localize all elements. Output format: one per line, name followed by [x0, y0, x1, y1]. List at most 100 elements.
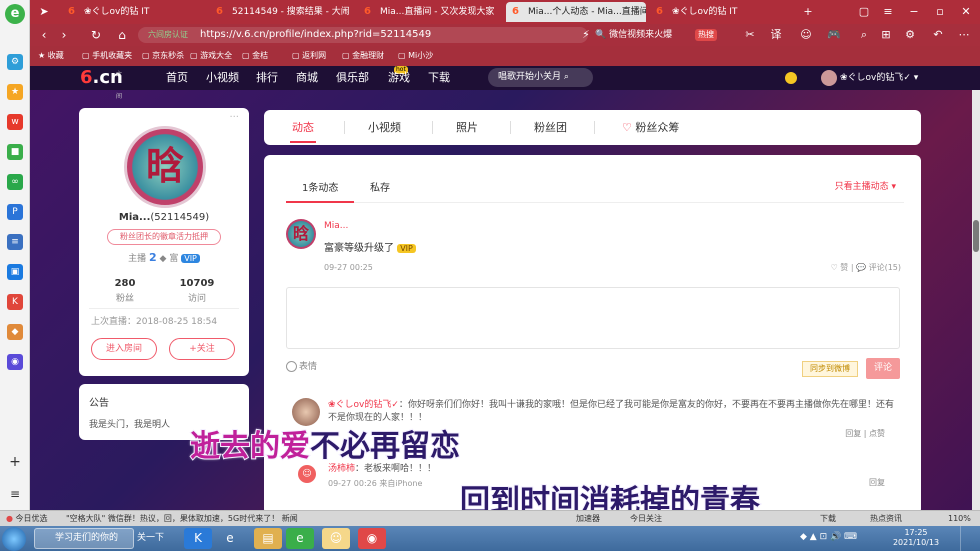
browser-nav-icon[interactable]: ➤	[36, 4, 52, 20]
zoom-level[interactable]: 110%	[948, 511, 971, 526]
tab-3[interactable]: 6 Mia...直播间 - 又次发现大家	[358, 2, 503, 22]
wechat-icon[interactable]: ■	[7, 144, 23, 160]
translate-icon[interactable]: 译	[768, 27, 784, 43]
nav-ranking[interactable]: 排行	[256, 70, 278, 86]
game-icon[interactable]: ◆	[7, 324, 23, 340]
chrome-icon[interactable]: ◉	[358, 528, 386, 549]
lightning-icon[interactable]: ⚡	[578, 27, 594, 43]
menu-icon[interactable]: ≡	[880, 4, 896, 20]
more-icon[interactable]: ···	[229, 112, 239, 123]
back-icon[interactable]: ‹	[36, 27, 52, 43]
start-button[interactable]	[2, 527, 26, 551]
link-icon[interactable]: ∞	[7, 174, 23, 190]
vertical-scrollbar[interactable]	[972, 90, 980, 510]
avatar[interactable]	[821, 69, 837, 86]
home-icon[interactable]: ⌂	[114, 27, 130, 43]
status-item-4[interactable]: 热点资讯	[870, 511, 902, 526]
status-left[interactable]: ● 今日优选	[6, 511, 48, 526]
filter-dropdown[interactable]: 只看主播动态 ▾	[835, 179, 896, 192]
emoji-icon[interactable]: ☺	[798, 27, 814, 43]
tab-2[interactable]: 6 52114549 - 搜索结果 - 大闹	[210, 2, 355, 22]
bookmark-games[interactable]: ▢ 游戏大全	[190, 49, 232, 63]
comment-avatar[interactable]	[292, 398, 320, 426]
add-icon[interactable]: +	[7, 454, 23, 470]
subtab-private[interactable]: 私存	[370, 179, 390, 194]
tab-short-video[interactable]: 小视频	[368, 120, 401, 136]
nav-short-video[interactable]: 小视频	[206, 70, 239, 86]
tab-photos[interactable]: 照片	[456, 120, 478, 136]
game-icon[interactable]: 🎮	[826, 27, 842, 43]
emoji-button[interactable]: 表情	[286, 359, 317, 372]
ie-icon[interactable]: e	[216, 528, 244, 549]
close-icon[interactable]: ✕	[958, 4, 974, 20]
url-input[interactable]: 六间房认证 https://v.6.cn/profile/index.php?r…	[138, 27, 588, 43]
post-username[interactable]: Mia...	[324, 221, 348, 231]
status-item-2[interactable]: 今日关注	[630, 511, 662, 526]
system-tray[interactable]: ◆ ▲ ⊡ 🔊 ⌨	[800, 532, 857, 542]
browser-icon[interactable]: e	[286, 528, 314, 549]
more-icon[interactable]: ⋯	[956, 27, 972, 43]
bookmark-favorites[interactable]: ★ 收藏	[38, 49, 64, 63]
tools-icon[interactable]: ⚙	[902, 27, 918, 43]
scrollbar-thumb[interactable]	[973, 220, 979, 252]
menu-icon[interactable]: ≡	[7, 486, 23, 502]
follow-button[interactable]: +关注	[169, 338, 235, 360]
user-menu[interactable]: ❀ぐしov的钻飞✓ ▾	[785, 69, 918, 87]
tab-4-active[interactable]: 6 Mia...个人动态 - Mia...直播间	[506, 2, 646, 22]
app-icon-7[interactable]: ≡	[7, 234, 23, 250]
maximize-icon[interactable]: ▫	[932, 4, 948, 20]
nav-mall[interactable]: 商城	[296, 70, 318, 86]
coin-icon[interactable]	[785, 71, 797, 84]
grid-icon[interactable]: ⊞	[878, 27, 894, 43]
undo-icon[interactable]: ↶	[930, 27, 946, 43]
taskbar-window-1[interactable]: 学习走们的你的	[34, 528, 134, 549]
browser-search-input[interactable]: 🔍 微信视频来火爆 热搜	[595, 27, 735, 43]
clock[interactable]: 17:25 2021/10/13	[888, 528, 944, 548]
nav-games[interactable]: 游戏	[388, 70, 410, 86]
bookmark-mi[interactable]: ▢ Mi小沙	[398, 49, 433, 63]
skin-icon[interactable]: ▢	[856, 4, 872, 20]
bookmark-jinju[interactable]: ▢ 金桔	[242, 49, 268, 63]
app-icon-1[interactable]: ⚙	[7, 54, 23, 70]
tab-dynamics[interactable]: 动态	[292, 120, 314, 136]
reply-avatar[interactable]: ☺	[298, 465, 316, 483]
show-desktop-button[interactable]	[960, 526, 980, 551]
enter-room-button[interactable]: 进入房间	[91, 338, 157, 360]
k-app-icon[interactable]: K	[184, 528, 212, 549]
profile-avatar[interactable]: 晗	[124, 126, 206, 208]
comment-input[interactable]	[286, 287, 900, 349]
star-icon[interactable]: ★	[7, 84, 23, 100]
comment-submit-button[interactable]: 评论	[866, 358, 900, 379]
game-icon-2[interactable]: ◉	[7, 354, 23, 370]
p-icon[interactable]: P	[7, 204, 23, 220]
taskbar-window-2[interactable]: 关一下	[137, 528, 181, 549]
search-icon[interactable]: ⌕	[856, 27, 872, 43]
stat-fans[interactable]: 280 粉丝	[95, 278, 155, 304]
site-search-input[interactable]: 唱歌开始小关月 ⌕	[488, 68, 593, 87]
bookmark-jd[interactable]: ▢ 京东秒杀	[142, 49, 184, 63]
tab-fan-club[interactable]: 粉丝团	[534, 120, 567, 136]
app-icon-8[interactable]: ▣	[7, 264, 23, 280]
site-logo[interactable]: 6.cn六间房	[80, 67, 123, 122]
refresh-icon[interactable]: ↻	[88, 27, 104, 43]
bookmark-fanli[interactable]: ▢ 返利网	[292, 49, 326, 63]
subtab-dynamics[interactable]: 1条动态	[302, 179, 338, 194]
nav-download[interactable]: 下载	[428, 70, 450, 86]
forward-icon[interactable]: ›	[56, 27, 72, 43]
post-avatar[interactable]: 晗	[286, 219, 316, 249]
tab-crowdfunding[interactable]: ♡ 粉丝众筹	[622, 120, 679, 136]
bookmark-mobile[interactable]: ▢ 手机收藏夹	[82, 49, 132, 63]
app-icon-9[interactable]: K	[7, 294, 23, 310]
tab-5[interactable]: 6 ❀ぐしov的钻 IT	[650, 2, 790, 22]
status-item-3[interactable]: 下载	[820, 511, 836, 526]
comment-actions[interactable]: 回复 | 点赞	[845, 428, 885, 439]
app-icon[interactable]: ☺	[322, 528, 350, 549]
post-actions[interactable]: ♡ 赞 | 💬 评论(15)	[831, 262, 901, 273]
reply-actions[interactable]: 回复	[869, 477, 885, 488]
bookmark-finance[interactable]: ▢ 金融理财	[342, 49, 384, 63]
browser-logo-icon[interactable]: e	[5, 4, 25, 24]
sync-weibo-checkbox[interactable]: 同步到微博	[802, 361, 858, 377]
new-tab-icon[interactable]: +	[800, 4, 816, 20]
status-item-1[interactable]: 加速器	[576, 511, 600, 526]
nav-home[interactable]: 首页	[166, 70, 188, 86]
